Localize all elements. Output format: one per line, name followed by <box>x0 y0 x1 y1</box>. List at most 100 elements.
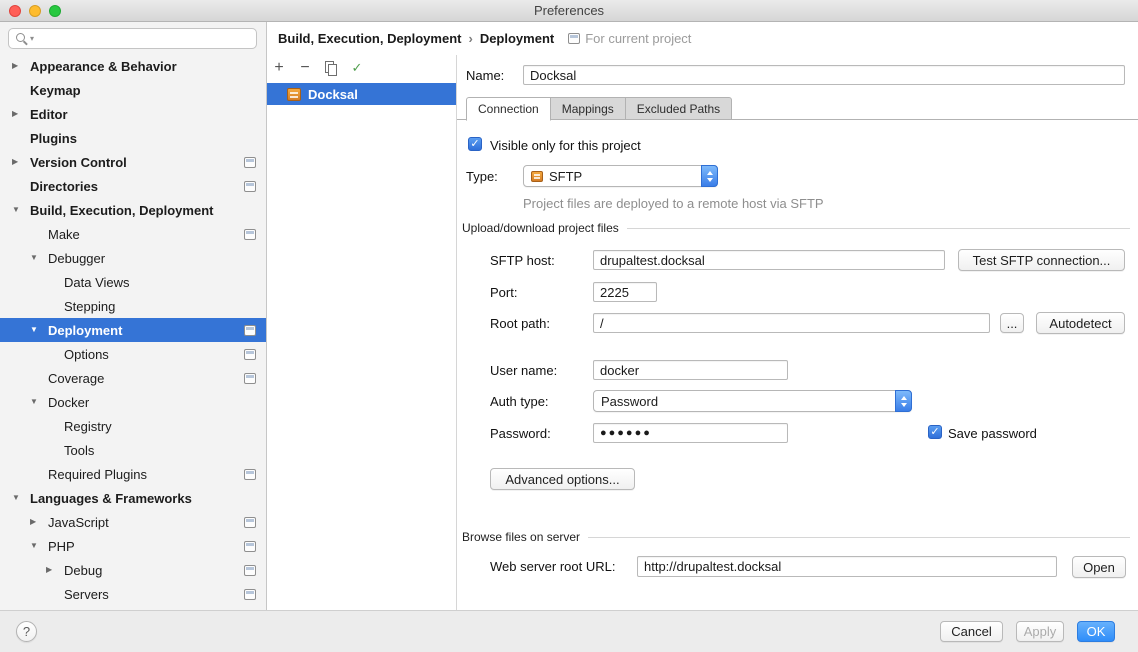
check-icon: ✓ <box>352 60 363 76</box>
type-value: SFTP <box>549 169 582 184</box>
use-as-default-button[interactable]: ✓ <box>347 59 367 77</box>
save-password-checkbox[interactable] <box>928 425 942 439</box>
copy-icon <box>325 61 337 75</box>
root-path-label: Root path: <box>490 316 550 331</box>
apply-button[interactable]: Apply <box>1016 621 1064 642</box>
web-root-field[interactable] <box>637 556 1057 577</box>
sidebar-item-required-plugins[interactable]: Required Plugins <box>0 462 266 486</box>
sidebar-item-debugger[interactable]: Debugger <box>0 246 266 270</box>
port-field[interactable] <box>593 282 657 302</box>
project-scope-icon <box>568 33 580 44</box>
sidebar-item-javascript[interactable]: JavaScript <box>0 510 266 534</box>
sidebar-item-languages-frameworks[interactable]: Languages & Frameworks <box>0 486 266 510</box>
chevron-down-icon[interactable] <box>12 494 30 502</box>
help-button[interactable]: ? <box>16 621 37 642</box>
chevron-right-icon[interactable] <box>12 62 30 70</box>
deployment-config-panel: Name: Connection Mappings Excluded Paths… <box>457 55 1138 610</box>
project-scope-icon <box>244 325 256 336</box>
sidebar-item-appearance-behavior[interactable]: Appearance & Behavior <box>0 54 266 78</box>
tab-connection[interactable]: Connection <box>466 97 551 121</box>
browse-root-path-button[interactable]: ... <box>1000 313 1024 333</box>
search-input[interactable] <box>36 32 250 46</box>
name-label: Name: <box>466 68 504 83</box>
preferences-window: Preferences ▾ Appearance & Behavior Keym… <box>0 0 1138 652</box>
sidebar-item-keymap[interactable]: Keymap <box>0 78 266 102</box>
cancel-button[interactable]: Cancel <box>940 621 1003 642</box>
chevron-down-icon[interactable] <box>12 206 30 214</box>
project-scope-icon <box>244 541 256 552</box>
sidebar-item-servers[interactable]: Servers <box>0 582 266 606</box>
ok-button[interactable]: OK <box>1077 621 1115 642</box>
add-server-button[interactable]: + <box>269 59 289 77</box>
project-scope-icon <box>244 229 256 240</box>
scope-indicator: For current project <box>568 31 691 46</box>
project-scope-icon <box>244 589 256 600</box>
sidebar-item-plugins[interactable]: Plugins <box>0 126 266 150</box>
server-name: Docksal <box>308 87 358 102</box>
sidebar-item-stepping[interactable]: Stepping <box>0 294 266 318</box>
sidebar-item-data-views[interactable]: Data Views <box>0 270 266 294</box>
settings-tree: Appearance & Behavior Keymap Editor Plug… <box>0 54 266 606</box>
upload-section-title: Upload/download project files <box>462 221 619 235</box>
scope-label: For current project <box>585 31 691 46</box>
sidebar-item-tools[interactable]: Tools <box>0 438 266 462</box>
type-dropdown[interactable]: SFTP <box>523 165 718 187</box>
settings-search-field[interactable]: ▾ <box>8 28 257 49</box>
sidebar-item-version-control[interactable]: Version Control <box>0 150 266 174</box>
chevron-down-icon[interactable] <box>30 398 48 406</box>
chevron-down-icon[interactable] <box>30 326 48 334</box>
dialog-footer: ? Cancel Apply OK <box>0 610 1138 652</box>
sidebar-item-coverage[interactable]: Coverage <box>0 366 266 390</box>
project-scope-icon <box>244 469 256 480</box>
project-scope-icon <box>244 181 256 192</box>
sidebar-item-make[interactable]: Make <box>0 222 266 246</box>
sidebar-item-options[interactable]: Options <box>0 342 266 366</box>
tab-mappings[interactable]: Mappings <box>551 97 626 120</box>
breadcrumb-section[interactable]: Build, Execution, Deployment <box>278 31 461 46</box>
chevron-right-icon[interactable] <box>46 566 64 574</box>
sidebar-item-editor[interactable]: Editor <box>0 102 266 126</box>
dropdown-stepper-icon <box>701 165 718 187</box>
browse-section-title: Browse files on server <box>462 530 580 544</box>
chevron-down-icon[interactable] <box>30 542 48 550</box>
traffic-lights <box>9 5 61 17</box>
server-list-item[interactable]: Docksal <box>267 83 456 105</box>
breadcrumb-separator: › <box>468 31 472 46</box>
sftp-host-field[interactable] <box>593 250 945 270</box>
remove-server-button[interactable]: − <box>295 59 315 77</box>
titlebar: Preferences <box>0 0 1138 22</box>
chevron-right-icon[interactable] <box>12 110 30 118</box>
root-path-field[interactable] <box>593 313 990 333</box>
password-label: Password: <box>490 426 551 441</box>
zoom-window-button[interactable] <box>49 5 61 17</box>
sidebar-item-deployment[interactable]: Deployment <box>0 318 266 342</box>
close-window-button[interactable] <box>9 5 21 17</box>
test-sftp-connection-button[interactable]: Test SFTP connection... <box>958 249 1125 271</box>
visible-only-checkbox[interactable] <box>468 137 482 151</box>
breadcrumb-page: Deployment <box>480 31 554 46</box>
chevron-right-icon[interactable] <box>12 158 30 166</box>
chevron-right-icon[interactable] <box>30 518 48 526</box>
sidebar-item-php[interactable]: PHP <box>0 534 266 558</box>
sftp-server-icon <box>287 88 301 101</box>
settings-sidebar: ▾ Appearance & Behavior Keymap Editor Pl… <box>0 22 267 610</box>
sftp-type-icon <box>531 171 543 182</box>
sidebar-item-registry[interactable]: Registry <box>0 414 266 438</box>
chevron-down-icon[interactable] <box>30 254 48 262</box>
open-button[interactable]: Open <box>1072 556 1126 578</box>
copy-server-button[interactable] <box>321 59 341 77</box>
tab-excluded-paths[interactable]: Excluded Paths <box>626 97 732 120</box>
auth-type-dropdown[interactable]: Password <box>593 390 912 412</box>
sidebar-item-debug[interactable]: Debug <box>0 558 266 582</box>
minimize-window-button[interactable] <box>29 5 41 17</box>
user-name-field[interactable] <box>593 360 788 380</box>
password-field[interactable] <box>593 423 788 443</box>
autodetect-button[interactable]: Autodetect <box>1036 312 1125 334</box>
advanced-options-button[interactable]: Advanced options... <box>490 468 635 490</box>
sidebar-item-build-execution-deployment[interactable]: Build, Execution, Deployment <box>0 198 266 222</box>
name-field[interactable] <box>523 65 1125 85</box>
breadcrumb: Build, Execution, Deployment › Deploymen… <box>267 22 1138 55</box>
sidebar-item-directories[interactable]: Directories <box>0 174 266 198</box>
sidebar-item-docker[interactable]: Docker <box>0 390 266 414</box>
save-password-label: Save password <box>948 426 1037 441</box>
